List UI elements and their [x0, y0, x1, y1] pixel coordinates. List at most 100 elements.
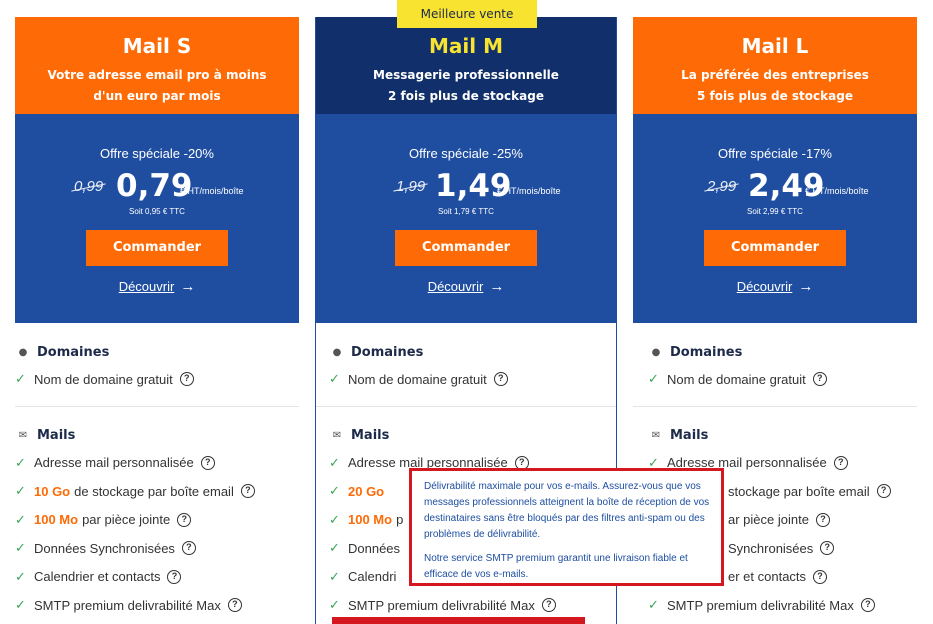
- check-icon: ✓: [15, 540, 26, 556]
- check-icon: ✓: [648, 371, 659, 387]
- discover-link[interactable]: Découvrir →: [737, 278, 814, 295]
- feature-free-domain: ✓ Nom de domaine gratuit?: [15, 365, 299, 394]
- domains-section: ● Domaines ✓ Nom de domaine gratuit?: [648, 323, 917, 394]
- section-title-mails: Mails: [670, 428, 709, 443]
- discover-link[interactable]: Découvrir →: [119, 278, 196, 295]
- price-row: 1,99 1,49 € HT/mois/boîte: [316, 168, 616, 204]
- question-circle-icon[interactable]: ?: [813, 569, 828, 584]
- plan-subtitle-line-1: La préférée des entreprises: [681, 68, 869, 82]
- question-circle-icon[interactable]: ?: [541, 598, 556, 613]
- check-icon: ✓: [329, 540, 340, 556]
- feature-sync: ✓ Données Synchronisées?: [15, 534, 299, 563]
- check-icon: ✓: [15, 371, 26, 387]
- check-icon: ✓: [15, 511, 26, 527]
- plan-subtitle-line-2: 2 fois plus de stockage: [388, 89, 544, 103]
- section-title-domains: Domaines: [351, 344, 424, 360]
- arrow-right-icon: →: [180, 278, 196, 295]
- question-circle-icon[interactable]: ?: [181, 541, 196, 556]
- order-button[interactable]: Commander: [395, 230, 537, 266]
- question-circle-icon[interactable]: ?: [860, 598, 875, 613]
- attachment-value: 100 Mo: [348, 512, 393, 528]
- price-row: 2,99 2,49 € HT/mois/boîte: [633, 168, 917, 204]
- price-unit: € HT/mois/boîte: [805, 186, 869, 196]
- feature-label: Calendri: [348, 569, 397, 585]
- check-icon: ✓: [329, 568, 340, 584]
- feature-label: Synchronisées: [728, 540, 814, 556]
- question-circle-icon[interactable]: ?: [200, 455, 215, 470]
- section-title-mails: Mails: [351, 428, 390, 443]
- best-seller-badge: Meilleure vente: [397, 0, 537, 28]
- feature-label: Nom de domaine gratuit: [348, 371, 487, 387]
- feature-calendar: ✓ Calendrier et contacts?: [15, 563, 299, 592]
- feature-custom-address: ✓ Adresse mail personnalisée?: [15, 449, 299, 478]
- feature-label: SMTP premium delivrabilité Max: [34, 597, 221, 613]
- check-icon: ✓: [15, 568, 26, 584]
- feature-label: Nom de domaine gratuit: [667, 371, 806, 387]
- check-icon: ✓: [15, 483, 26, 499]
- question-circle-icon[interactable]: ?: [227, 598, 242, 613]
- smtp-tooltip: Délivrabilité maximale pour vos e-mails.…: [409, 468, 724, 586]
- price-block: Offre spéciale -25% 1,99 1,49 € HT/mois/…: [316, 114, 616, 323]
- plan-subtitle-line-1: Messagerie professionnelle: [373, 68, 559, 82]
- domains-section: ● Domaines ✓ Nom de domaine gratuit?: [329, 323, 616, 394]
- discover-link[interactable]: Découvrir →: [428, 278, 505, 295]
- check-icon: ✓: [329, 371, 340, 387]
- tooltip-paragraph-2: Notre service SMTP premium garantit une …: [424, 553, 688, 580]
- question-circle-icon[interactable]: ?: [815, 512, 830, 527]
- feature-label: de stockage par boîte email: [74, 483, 234, 499]
- question-circle-icon[interactable]: ?: [812, 372, 827, 387]
- old-price: 1,99: [396, 178, 426, 195]
- feature-label: Données Synchronisées: [34, 540, 175, 556]
- feature-label: SMTP premium delivrabilité Max: [348, 597, 535, 613]
- check-icon: ✓: [329, 454, 340, 470]
- storage-value: 20 Go: [348, 483, 385, 499]
- feature-storage: ✓ 10 Go de stockage par boîte email?: [15, 477, 299, 506]
- question-circle-icon[interactable]: ?: [493, 372, 508, 387]
- feature-label: p: [396, 512, 404, 528]
- plan-name: Mail M: [429, 34, 503, 58]
- question-circle-icon[interactable]: ?: [177, 512, 192, 527]
- arrow-right-icon: →: [489, 278, 505, 295]
- discover-label: Découvrir: [118, 279, 175, 294]
- globe-icon: ●: [332, 346, 342, 358]
- check-icon: ✓: [329, 483, 340, 499]
- question-circle-icon[interactable]: ?: [179, 372, 194, 387]
- feature-attachment: ✓ 100 Mo par pièce jointe?: [15, 506, 299, 535]
- question-circle-icon[interactable]: ?: [876, 484, 891, 499]
- price-unit: € HT/mois/boîte: [497, 186, 561, 196]
- question-circle-icon[interactable]: ?: [820, 541, 835, 556]
- plan-subtitle: La préférée des entreprises 5 fois plus …: [633, 65, 917, 107]
- order-button[interactable]: Commander: [86, 230, 228, 266]
- check-icon: ✓: [15, 454, 26, 470]
- check-icon: ✓: [15, 597, 26, 613]
- attachment-value: 100 Mo: [34, 512, 79, 528]
- check-icon: ✓: [329, 511, 340, 527]
- question-circle-icon[interactable]: ?: [833, 455, 848, 470]
- plan-subtitle: Messagerie professionnelle 2 fois plus d…: [316, 65, 616, 107]
- price-ttc: Soit 2,99 € TTC: [747, 207, 803, 216]
- special-offer: Offre spéciale -25%: [409, 146, 523, 161]
- envelope-icon: ✉: [332, 430, 342, 441]
- discover-label: Découvrir: [427, 279, 484, 294]
- discover-label: Découvrir: [736, 279, 793, 294]
- feature-label: Calendrier et contacts: [34, 569, 161, 585]
- feature-label: Nom de domaine gratuit: [34, 371, 173, 387]
- envelope-icon: ✉: [651, 430, 661, 441]
- check-icon: ✓: [329, 597, 340, 613]
- order-button[interactable]: Commander: [704, 230, 846, 266]
- feature-label: SMTP premium delivrabilité Max: [667, 597, 854, 613]
- plan-name: Mail S: [122, 34, 192, 58]
- question-circle-icon[interactable]: ?: [240, 484, 255, 499]
- old-price: 2,99: [707, 178, 737, 195]
- plan-header: Mail S Votre adresse email pro à moins d…: [15, 17, 299, 114]
- plan-subtitle-line-2: d'un euro par mois: [93, 89, 221, 103]
- price-unit: € HT/mois/boîte: [180, 186, 244, 196]
- storage-value: 10 Go: [34, 483, 71, 499]
- plan-subtitle-line-1: Votre adresse email pro à moins: [47, 68, 267, 82]
- globe-icon: ●: [651, 346, 661, 358]
- mails-section: ✉ Mails ✓ Adresse mail personnalisée? ✓ 10 …: [15, 407, 299, 620]
- question-circle-icon[interactable]: ?: [167, 569, 182, 584]
- feature-smtp: ✓ SMTP premium delivrabilité Max?: [648, 591, 917, 620]
- arrow-right-icon: →: [798, 278, 814, 295]
- envelope-icon: ✉: [18, 430, 28, 441]
